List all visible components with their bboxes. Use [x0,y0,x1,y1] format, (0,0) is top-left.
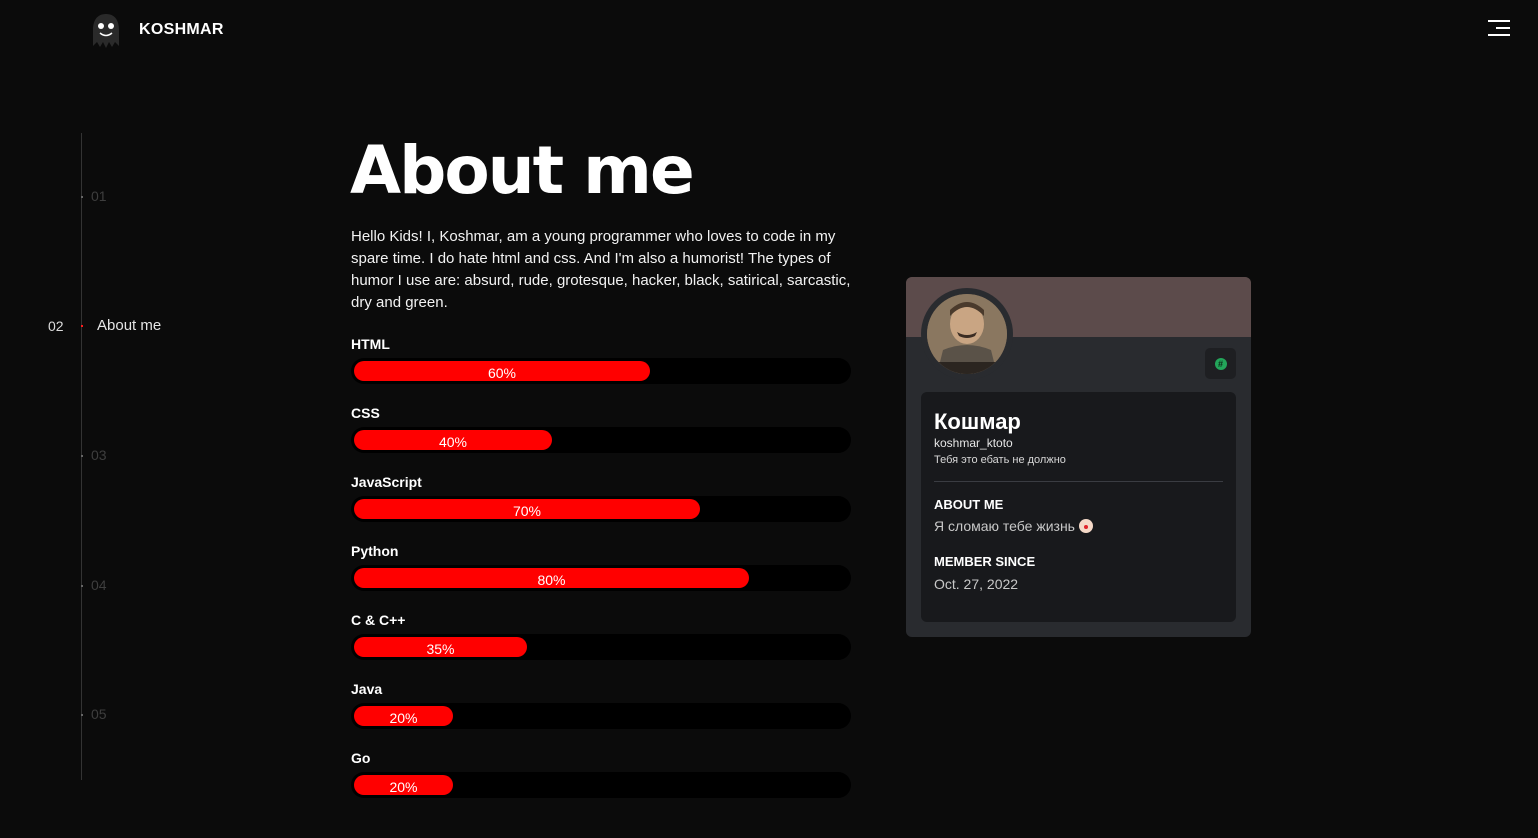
skill-name: C & C++ [351,612,406,628]
nav-item-03[interactable]: 03 [91,447,107,463]
skill-item: CSS 40% [351,405,851,474]
skill-progress-fill: 70% [354,499,700,519]
skill-progress-fill: 40% [354,430,552,450]
skill-name: Go [351,750,371,766]
ghost-icon[interactable] [90,12,122,50]
nav-dot [81,196,83,198]
nav-dot [81,585,83,587]
nav-number: 05 [91,706,107,722]
nav-dot [81,455,83,457]
skill-progress-bar: 20% [351,772,851,798]
skill-progress-fill: 35% [354,637,527,657]
hashtag-badge-icon[interactable]: # [1205,348,1236,379]
brand-name[interactable]: KOSHMAR [139,21,224,39]
nav-label: About me [97,317,162,334]
profile-status: Тебя это ебать не должно [934,454,1066,466]
nav-number: 04 [91,577,107,593]
nav-item-01[interactable]: 01 [91,188,107,204]
skill-progress-fill: 60% [354,361,650,381]
profile-details: Кошмар koshmar_ktoto Тебя это ебать не д… [921,392,1236,622]
skill-progress-fill: 80% [354,568,749,588]
profile-card: # Кошмар koshmar_ktoto Тебя это ебать не… [906,277,1251,637]
nav-number: 03 [91,447,107,463]
skill-progress-bar: 35% [351,634,851,660]
skill-progress-bar: 40% [351,427,851,453]
nav-number: 01 [91,188,107,204]
skill-progress-bar: 80% [351,565,851,591]
skill-name: Python [351,543,399,559]
skill-progress-bar: 60% [351,358,851,384]
skill-progress-bar: 20% [351,703,851,729]
hamburger-menu-icon[interactable] [1484,19,1510,39]
about-me-text: Я сломаю тебе жизнь [934,518,1075,534]
skill-item: C & C++ 35% [351,612,851,681]
skills-list: HTML 60% CSS 40% JavaScript 70% Python 8… [351,336,851,819]
member-since-heading: MEMBER SINCE [934,554,1036,569]
skill-name: Java [351,681,383,697]
skill-progress-fill: 20% [354,706,453,726]
profile-display-name: Кошмар [934,409,1021,434]
clown-face-icon [1078,519,1093,533]
skill-item: Python 80% [351,543,851,612]
skill-name: HTML [351,336,390,352]
skill-item: Java 20% [351,681,851,750]
nav-item-05[interactable]: 05 [91,706,107,722]
divider [934,481,1223,482]
intro-text: Hello Kids! I, Koshmar, am a young progr… [351,228,851,311]
avatar[interactable] [927,294,1007,374]
skill-item: Go 20% [351,750,851,819]
skill-name: JavaScript [351,474,422,490]
nav-dot [81,714,83,716]
header: KOSHMAR [0,0,1538,60]
nav-item-about-me[interactable]: 02 About me [48,317,161,334]
skill-progress-fill: 20% [354,775,453,795]
skill-name: CSS [351,405,380,421]
nav-item-04[interactable]: 04 [91,577,107,593]
skill-item: JavaScript 70% [351,474,851,543]
about-me-text-row: Я сломаю тебе жизнь [934,518,1093,534]
avatar-frame [921,288,1013,380]
about-me-heading: ABOUT ME [934,497,1004,512]
page-title: About me [350,132,695,209]
nav-number: 02 [48,317,64,334]
skill-progress-bar: 70% [351,496,851,522]
member-since-date: Oct. 27, 2022 [934,576,1019,592]
profile-username: koshmar_ktoto [934,436,1013,450]
skill-item: HTML 60% [351,336,851,405]
